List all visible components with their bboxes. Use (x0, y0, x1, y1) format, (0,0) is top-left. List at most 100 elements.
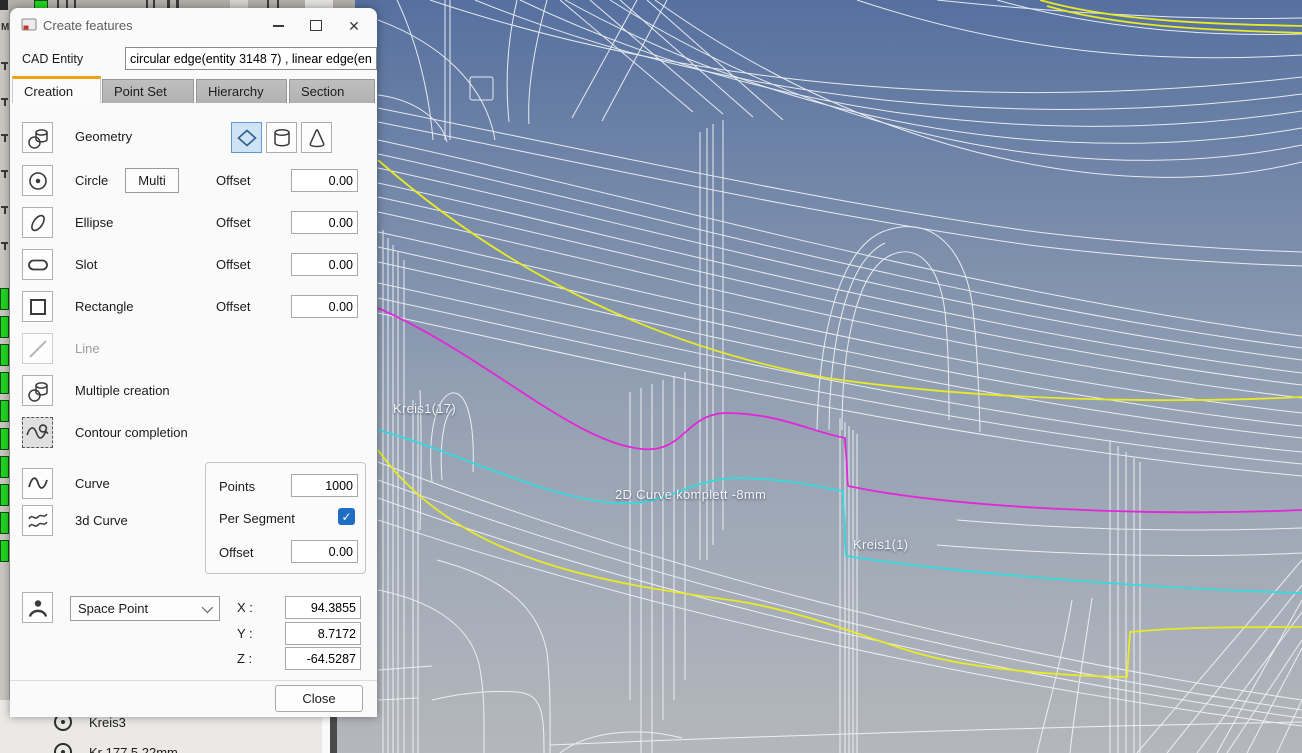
list-item[interactable]: Kr 177.5 22mm (0, 738, 320, 753)
left-edge-panel: M (0, 10, 10, 753)
slot-icon (26, 253, 50, 277)
per-segment-checkbox[interactable]: ✓ (338, 508, 355, 525)
tree-item-fragment (1, 242, 8, 250)
visibility-marker (0, 344, 9, 366)
circle-feature-icon (54, 743, 72, 753)
tab-hierarchy[interactable]: Hierarchy (196, 79, 287, 103)
close-window-button[interactable]: ✕ (339, 13, 369, 38)
cad-entity-input[interactable] (125, 47, 377, 70)
curve-offset-input[interactable] (291, 540, 358, 563)
circle-label: Circle (75, 173, 108, 188)
visibility-marker (0, 456, 9, 478)
points-input[interactable] (291, 474, 358, 497)
contour-completion-label: Contour completion (75, 425, 188, 440)
line-button (22, 333, 53, 364)
visibility-marker (0, 372, 9, 394)
visibility-marker (0, 428, 9, 450)
close-button-label: Close (302, 691, 335, 706)
tree-item-fragment (1, 134, 8, 142)
create-features-dialog: Create features ✕ CAD Entity Creation Po… (10, 8, 377, 717)
tree-item-fragment (1, 98, 8, 106)
wireframe-canvas (337, 0, 1302, 753)
rectangle-button[interactable] (22, 291, 53, 322)
curve-3d-button[interactable] (22, 505, 53, 536)
tab-section[interactable]: Section (289, 79, 375, 103)
maximize-icon (310, 20, 322, 31)
tab-point-set[interactable]: Point Set (102, 79, 194, 103)
feature-label-kreis1-1[interactable]: Kreis1(1) (853, 537, 908, 552)
tab-label: Section (301, 84, 344, 99)
visibility-marker (0, 400, 9, 422)
circle-offset-label: Offset (216, 173, 250, 188)
curve-3d-label: 3d Curve (75, 513, 128, 528)
space-point-icon (26, 596, 50, 620)
cylinder-icon (270, 126, 294, 150)
minimize-button[interactable] (263, 13, 293, 38)
dialog-titlebar[interactable]: Create features ✕ (10, 8, 377, 42)
tab-creation[interactable]: Creation (12, 76, 101, 103)
dialog-separator (10, 680, 377, 681)
3d-viewport[interactable]: Kreis1(17) 2D Curve komplett -8mm Kreis1… (337, 0, 1302, 753)
feature-label-kreis1-17[interactable]: Kreis1(17) (393, 401, 456, 416)
points-label: Points (219, 479, 255, 494)
tree-item-fragment (1, 62, 8, 70)
chevron-down-icon (202, 602, 213, 613)
tree-item-fragment (1, 170, 8, 178)
curve-button[interactable] (22, 468, 53, 499)
multi-button-label: Multi (138, 173, 165, 188)
visibility-marker (0, 316, 9, 338)
ellipse-offset-label: Offset (216, 215, 250, 230)
curve-3d-icon (26, 509, 50, 533)
visibility-marker (0, 484, 9, 506)
space-point-button[interactable] (22, 592, 53, 623)
ellipse-button[interactable] (22, 207, 53, 238)
line-label: Line (75, 341, 100, 356)
contour-completion-button[interactable] (22, 417, 53, 448)
y-coordinate-input[interactable] (285, 622, 361, 645)
y-label: Y : (237, 626, 253, 641)
line-icon (26, 337, 50, 361)
circle-offset-input[interactable] (291, 169, 358, 192)
create-features-icon (21, 18, 37, 32)
multi-button[interactable]: Multi (125, 168, 179, 193)
geometry-cylinder-toggle[interactable] (266, 122, 297, 153)
toolbar-icon-fragment (0, 0, 8, 10)
circle-icon (26, 169, 50, 193)
list-item-label: Kr 177.5 22mm (89, 745, 178, 753)
ellipse-offset-input[interactable] (291, 211, 358, 234)
curve-options-panel: Points Per Segment ✓ Offset (205, 462, 366, 574)
tree-item-fragment (1, 206, 8, 214)
geometry-button[interactable] (22, 122, 53, 153)
curve-icon (26, 472, 50, 496)
left-edge-text: M (1, 22, 9, 33)
rectangle-offset-label: Offset (216, 299, 250, 314)
close-button[interactable]: Close (275, 685, 363, 712)
tab-label: Creation (24, 84, 73, 99)
cad-entity-label: CAD Entity (22, 52, 83, 66)
curve-offset-label: Offset (219, 545, 253, 560)
per-segment-label: Per Segment (219, 511, 295, 526)
circle-button[interactable] (22, 165, 53, 196)
z-coordinate-input[interactable] (285, 647, 361, 670)
visibility-marker (0, 540, 9, 562)
feature-label-2d-curve[interactable]: 2D Curve komplett -8mm (615, 487, 766, 502)
point-type-dropdown[interactable]: Space Point (70, 596, 220, 621)
geometry-cone-toggle[interactable] (301, 122, 332, 153)
minimize-icon (273, 25, 284, 27)
slot-button[interactable] (22, 249, 53, 280)
x-label: X : (237, 600, 253, 615)
rectangle-icon (26, 295, 50, 319)
x-coordinate-input[interactable] (285, 596, 361, 619)
ellipse-label: Ellipse (75, 215, 113, 230)
check-icon: ✓ (341, 510, 351, 524)
close-icon: ✕ (348, 19, 360, 33)
rectangle-offset-input[interactable] (291, 295, 358, 318)
visibility-marker (0, 512, 9, 534)
tab-label: Point Set (114, 84, 167, 99)
geometry-plane-toggle[interactable] (231, 122, 262, 153)
maximize-button[interactable] (301, 13, 331, 38)
slot-offset-input[interactable] (291, 253, 358, 276)
multiple-creation-button[interactable] (22, 375, 53, 406)
slot-offset-label: Offset (216, 257, 250, 272)
contour-completion-icon (25, 421, 51, 445)
